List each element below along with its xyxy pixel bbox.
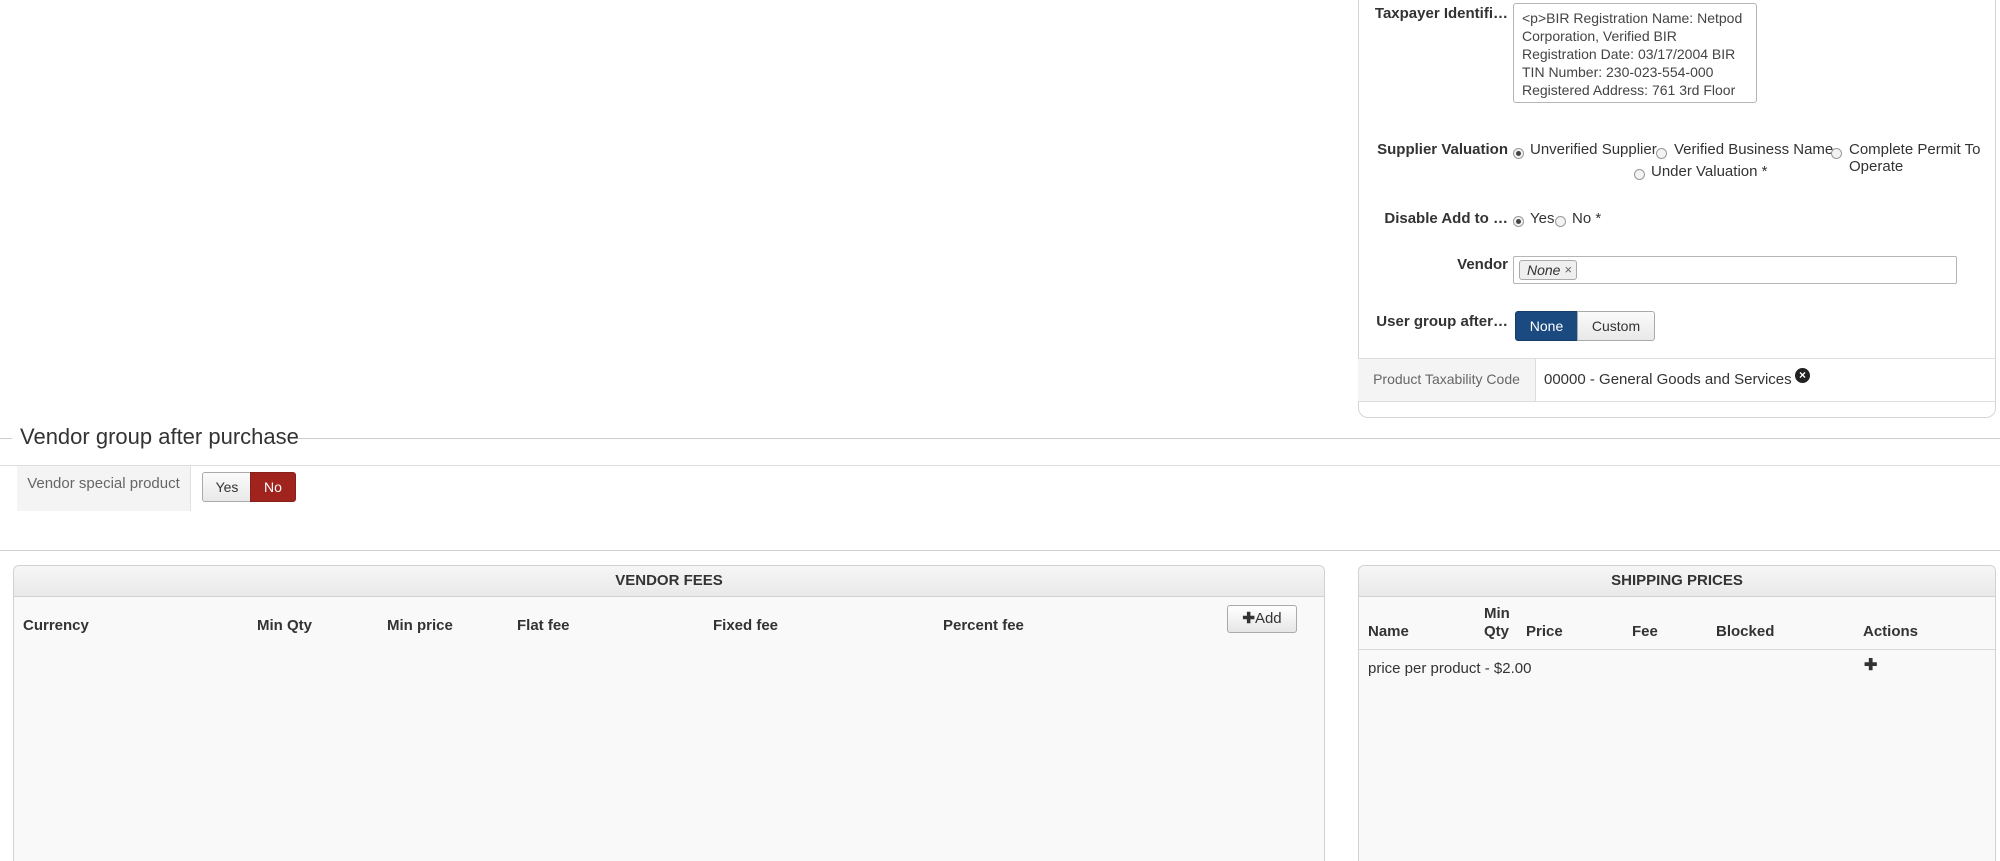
column-header-price: Price (1526, 623, 1563, 640)
vendor-special-yes-button[interactable]: Yes (202, 472, 252, 502)
radio-disable-add-no[interactable] (1555, 216, 1566, 227)
vendor-fees-grid: VENDOR FEES (13, 565, 1325, 861)
fieldset-border-left (0, 438, 12, 439)
fieldset-border-right (298, 438, 2000, 439)
column-header-blocked: Blocked (1716, 623, 1775, 640)
radio-under-valuation[interactable] (1634, 169, 1645, 180)
add-fee-label: Add (1254, 610, 1282, 627)
vendor-special-no-button[interactable]: No (250, 472, 296, 502)
user-group-none-button[interactable]: None (1515, 311, 1578, 341)
taxpayer-id-textarea[interactable]: <p>BIR Registration Name: Netpod Corpora… (1513, 3, 1757, 103)
column-header-min-qty: Min Qty (1484, 605, 1510, 640)
option-disable-add-yes: Yes (1530, 210, 1555, 227)
vendor-tag-label: None (1527, 262, 1561, 278)
vendor-special-product-label: Vendor special product (17, 466, 191, 511)
plus-icon: ✚ (1242, 610, 1255, 627)
shipping-prices-title: SHIPPING PRICES (1359, 566, 1995, 597)
vendor-select[interactable]: None × (1513, 256, 1957, 284)
shipping-header-divider (1359, 649, 1995, 650)
radio-complete-permit[interactable] (1831, 148, 1842, 159)
column-header-name: Name (1368, 623, 1409, 640)
option-complete-permit-text: Complete Permit To Operate (1849, 141, 1981, 175)
radio-unverified-supplier[interactable] (1513, 148, 1524, 159)
column-header-percent-fee: Percent fee (943, 617, 1024, 634)
column-header-flat-fee: Flat fee (517, 617, 570, 634)
radio-verified-business-name[interactable] (1656, 148, 1667, 159)
shipping-row-name: price per product - $2.00 (1368, 660, 1532, 677)
radio-disable-add-yes[interactable] (1513, 216, 1524, 227)
column-header-currency: Currency (23, 617, 89, 634)
option-unverified-supplier: Unverified Supplier (1530, 141, 1657, 158)
taxpayer-label: Taxpayer Identifi… (1374, 5, 1508, 22)
shipping-prices-grid: SHIPPING PRICES (1358, 565, 1996, 861)
option-complete-permit: Complete Permit To Operate (1849, 141, 1989, 175)
disable-add-label: Disable Add to … (1384, 210, 1508, 227)
option-disable-add-no: No * (1572, 210, 1602, 227)
option-verified-business-name: Verified Business Name (1674, 141, 1834, 158)
user-group-custom-button[interactable]: Custom (1577, 311, 1655, 341)
fieldset-row-divider (0, 465, 2000, 466)
column-header-fixed-fee: Fixed fee (713, 617, 779, 634)
column-header-min-qty: Min Qty (257, 617, 312, 634)
section-divider (0, 550, 2000, 551)
taxability-row: Product Taxability Code 00000 - General … (1358, 358, 1996, 402)
taxability-label: Product Taxability Code (1358, 359, 1536, 401)
column-header-min-price: Min price (387, 617, 453, 634)
user-group-label: User group after… (1376, 313, 1508, 330)
vendor-fees-title: VENDOR FEES (14, 566, 1324, 597)
column-header-actions: Actions (1863, 623, 1919, 640)
remove-circle-icon[interactable]: × (1795, 368, 1810, 383)
plus-icon[interactable]: ✚ (1864, 655, 1877, 675)
vendor-tag: None × (1519, 260, 1578, 280)
vendor-group-legend: Vendor group after purchase (20, 424, 299, 449)
taxability-value: 00000 - General Goods and Services (1544, 371, 1792, 388)
add-fee-button[interactable]: ✚Add (1227, 605, 1297, 633)
column-header-fee: Fee (1632, 623, 1658, 640)
option-under-valuation: Under Valuation * (1651, 163, 1768, 180)
vendor-label: Vendor (1457, 256, 1508, 273)
close-icon[interactable]: × (1564, 260, 1572, 280)
supplier-valuation-label: Supplier Valuation (1377, 141, 1508, 158)
